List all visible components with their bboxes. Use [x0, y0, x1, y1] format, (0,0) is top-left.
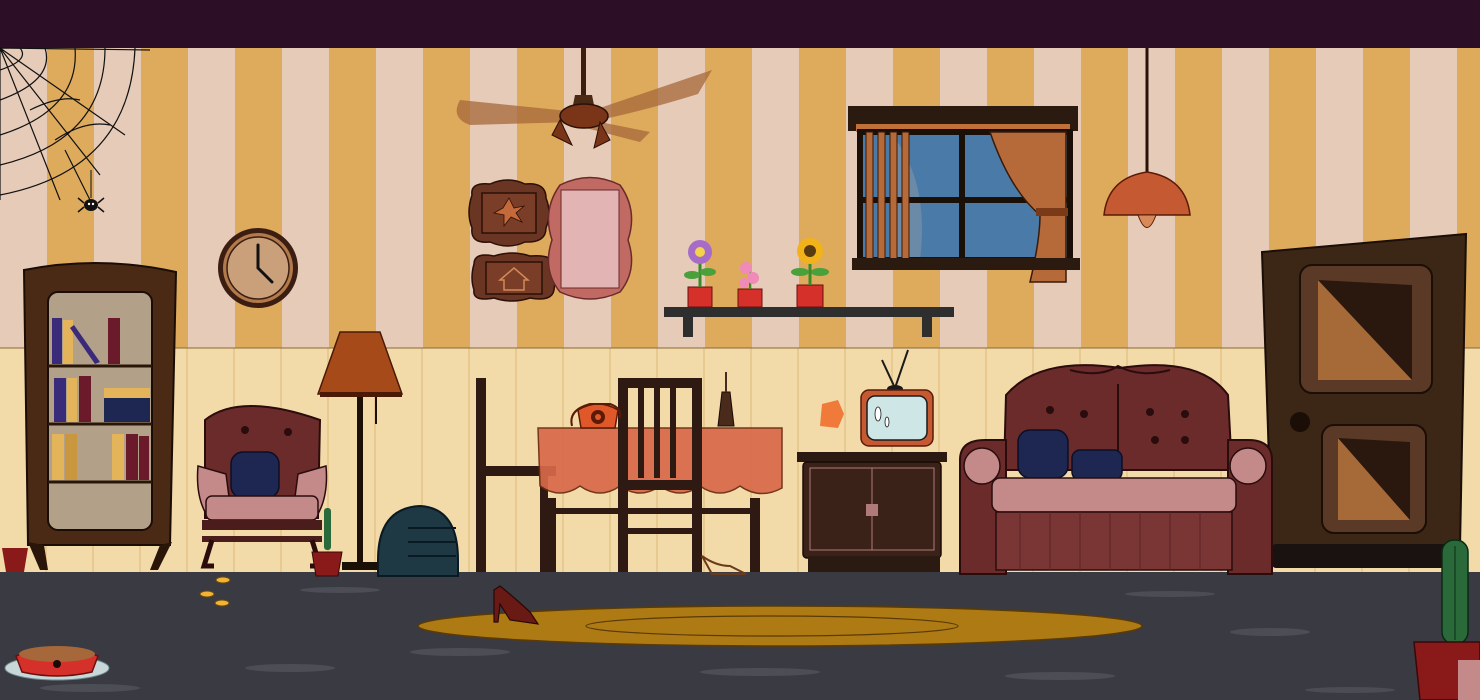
mirror-icon[interactable]	[547, 176, 633, 300]
top-bar	[0, 0, 1480, 48]
small-pot	[2, 548, 28, 572]
house-frame-icon[interactable]	[471, 252, 556, 302]
sofa-icon[interactable]	[959, 364, 1273, 575]
bookshelf-icon[interactable]	[22, 261, 178, 570]
door-icon[interactable]	[1260, 232, 1468, 568]
flower-pot-icon[interactable]	[684, 240, 716, 308]
clock-icon[interactable]	[218, 228, 298, 308]
game-scene	[0, 0, 1480, 700]
tv-cabinet[interactable]	[797, 452, 947, 572]
window-icon[interactable]	[848, 106, 1080, 283]
armchair-icon[interactable]	[196, 405, 328, 569]
leaf-frame-icon[interactable]	[468, 179, 550, 247]
